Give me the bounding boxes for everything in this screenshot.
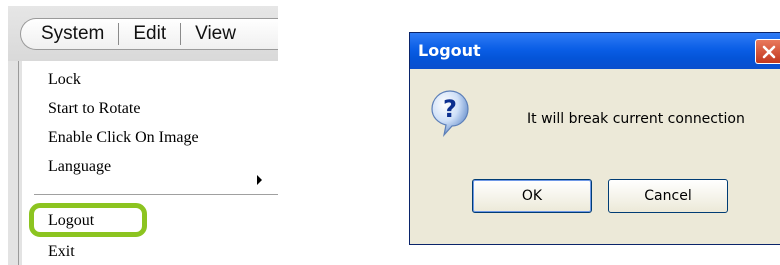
menubar-item-view[interactable]: View [195, 23, 236, 45]
menu-item-enable-click-on-image[interactable]: Enable Click On Image [48, 125, 199, 151]
dialog-message: It will break current connection [527, 111, 745, 127]
menu-separator [34, 194, 278, 195]
dialog-titlebar: Logout [410, 33, 780, 69]
menu-item-logout[interactable]: Logout [48, 208, 94, 234]
svg-text:?: ? [443, 95, 457, 123]
menubar: System Edit View [20, 18, 278, 50]
close-button[interactable] [755, 39, 780, 64]
dialog-title: Logout [418, 41, 481, 60]
menubar-divider [118, 23, 120, 45]
menubar-item-system[interactable]: System [41, 23, 104, 45]
system-dropdown-menu: Lock Start to Rotate Enable Click On Ima… [28, 61, 278, 265]
menubar-divider [180, 23, 182, 45]
ok-button[interactable]: OK [472, 179, 592, 213]
cancel-button[interactable]: Cancel [608, 179, 728, 213]
question-icon: ? [431, 90, 469, 137]
menu-item-exit[interactable]: Exit [48, 239, 75, 265]
system-menu-screenshot: System Edit View Lock Start to Rotate En… [8, 6, 278, 265]
logout-dialog: Logout ? It will break current connectio… [409, 32, 780, 245]
window-edge [8, 61, 22, 265]
menu-item-start-to-rotate[interactable]: Start to Rotate [48, 96, 140, 122]
submenu-arrow-icon [257, 175, 262, 185]
menu-item-lock[interactable]: Lock [48, 67, 81, 93]
menubar-item-edit[interactable]: Edit [133, 23, 166, 45]
close-icon [762, 45, 776, 59]
menu-item-language[interactable]: Language [48, 154, 111, 180]
